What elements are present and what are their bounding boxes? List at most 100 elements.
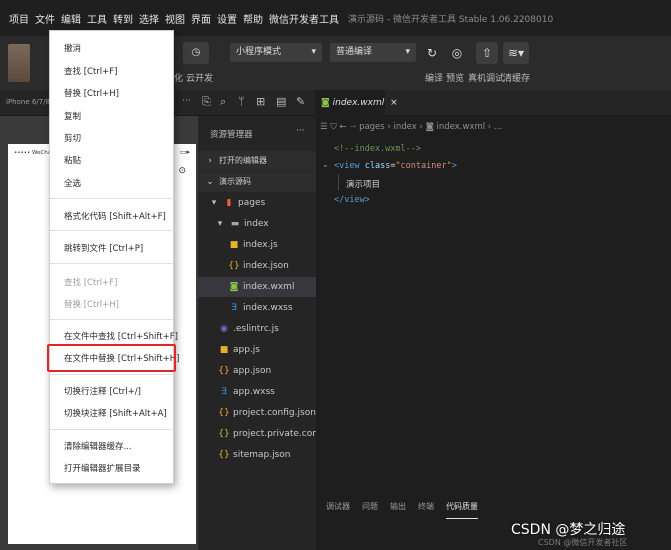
- list-icon[interactable]: ☰: [320, 122, 328, 132]
- row-label: app.wxss: [233, 387, 275, 397]
- breadcrumb-path[interactable]: pages › index › ◙ index.wxml › ...: [359, 122, 502, 132]
- tab-problems[interactable]: 问题: [362, 501, 378, 512]
- tab-code-quality[interactable]: 代码质量: [446, 501, 478, 519]
- bottom-panel-tabs: 调试器 问题 输出 终端 代码质量: [326, 501, 478, 519]
- row-label: index.wxss: [243, 303, 293, 313]
- menu-view[interactable]: 视图: [162, 11, 188, 26]
- avatar[interactable]: [8, 44, 30, 82]
- tree-folder-index[interactable]: ▾ ▬ index: [198, 214, 316, 234]
- row-label: app.json: [233, 366, 272, 376]
- menu-divider: [50, 319, 173, 320]
- row-label: project.config.json: [233, 408, 316, 418]
- json-file-icon: {}: [218, 429, 230, 439]
- menu-item-format-code[interactable]: 格式化代码 [Shift+Alt+F]: [64, 210, 166, 222]
- menu-settings[interactable]: 设置: [214, 11, 240, 26]
- tree-file-index-wxml[interactable]: ◙ index.wxml: [198, 277, 316, 297]
- tab-index-wxml[interactable]: ◙ index.wxml ×: [315, 90, 398, 116]
- js-file-icon: ■: [229, 240, 239, 250]
- highlight-box: [47, 344, 176, 372]
- explorer-section-project[interactable]: ⌄ 演示源码: [198, 172, 316, 192]
- menu-select[interactable]: 选择: [136, 11, 162, 26]
- clear-cache-label[interactable]: 清缓存: [503, 71, 530, 84]
- menu-item-undo[interactable]: 撤消: [64, 42, 81, 54]
- menu-goto[interactable]: 转到: [110, 11, 136, 26]
- menu-help[interactable]: 帮助: [240, 11, 266, 26]
- tab-debugger[interactable]: 调试器: [326, 501, 350, 512]
- tree-file-index-js[interactable]: ■ index.js: [198, 235, 316, 255]
- tab-output[interactable]: 输出: [390, 501, 406, 512]
- row-label: sitemap.json: [233, 450, 291, 460]
- menu-item-open-extensions-dir[interactable]: 打开编辑器扩展目录: [64, 462, 141, 474]
- menu-item-toggle-block-comment[interactable]: 切换块注释 [Shift+Alt+A]: [64, 407, 167, 419]
- layout-icon[interactable]: ▤: [276, 95, 286, 108]
- brush-icon[interactable]: ✎: [296, 95, 305, 108]
- folder-icon: ▬: [230, 219, 240, 229]
- wxml-file-icon: ◙: [321, 98, 330, 108]
- branch-icon[interactable]: ᛘ: [238, 95, 245, 108]
- tree-file-app-json[interactable]: {} app.json: [198, 361, 316, 381]
- tree-file-app-js[interactable]: ■ app.js: [198, 340, 316, 360]
- capsule-button-icon[interactable]: ⊙: [178, 166, 186, 176]
- code-editor[interactable]: ☰ ⛉ ← → pages › index › ◙ index.wxml › .…: [316, 116, 671, 550]
- cloud-icon[interactable]: ◷: [183, 42, 209, 64]
- close-icon[interactable]: ×: [390, 98, 398, 108]
- menu-divider: [50, 263, 173, 264]
- menu-item-cut[interactable]: 剪切: [64, 132, 81, 144]
- menu-wechat-devtools[interactable]: 微信开发者工具: [266, 11, 342, 26]
- copy-icon[interactable]: ⎘: [202, 95, 211, 109]
- menu-project[interactable]: 项目: [6, 11, 32, 26]
- tree-file-eslintrc[interactable]: ◉ .eslintrc.js: [198, 319, 316, 339]
- extensions-icon[interactable]: ⊞: [256, 95, 265, 108]
- compile-label[interactable]: 编译: [425, 71, 443, 84]
- tree-file-app-wxss[interactable]: ∃ app.wxss: [198, 382, 316, 402]
- more-icon[interactable]: ···: [182, 96, 191, 106]
- file-explorer: 资源管理器 ··· › 打开的编辑器 ⌄ 演示源码 ▾ ▮ pages ▾ ▬ index …: [198, 116, 348, 550]
- tree-file-sitemap[interactable]: {} sitemap.json: [198, 445, 316, 465]
- refresh-icon[interactable]: ↻: [421, 42, 443, 64]
- tab-terminal[interactable]: 终端: [418, 501, 434, 512]
- menu-item-find[interactable]: 查找 [Ctrl+F]: [64, 65, 117, 77]
- menu-item-paste[interactable]: 粘贴: [64, 154, 81, 166]
- remote-debug-icon[interactable]: ⇧: [476, 42, 498, 64]
- explorer-section-open-editors[interactable]: › 打开的编辑器: [198, 151, 316, 171]
- code-line-4: </view>: [334, 195, 370, 205]
- menu-item-replace-disabled: 替换 [Ctrl+H]: [64, 300, 119, 310]
- wxss-file-icon: ∃: [231, 303, 237, 313]
- menu-item-select-all[interactable]: 全选: [64, 177, 81, 189]
- menu-interface[interactable]: 界面: [188, 11, 214, 26]
- mode-select[interactable]: 小程序模式 ▾: [230, 43, 322, 62]
- search-icon[interactable]: ⌕: [220, 95, 226, 109]
- code-open-tag: <view: [334, 161, 360, 171]
- preview-icon[interactable]: ◎: [446, 42, 468, 64]
- menu-item-goto-file[interactable]: 跳转到文件 [Ctrl+P]: [64, 242, 143, 254]
- compile-select[interactable]: 普通编译 ▾: [330, 43, 416, 62]
- remote-debug-label[interactable]: 真机调试: [468, 71, 504, 84]
- menu-item-replace[interactable]: 替换 [Ctrl+H]: [64, 87, 119, 99]
- fold-chevron-icon[interactable]: ⌄: [322, 160, 329, 169]
- breadcrumb: ☰ ⛉ ← → pages › index › ◙ index.wxml › .…: [320, 122, 502, 132]
- folder-icon: ▮: [226, 198, 232, 208]
- tree-file-index-json[interactable]: {} index.json: [198, 256, 316, 276]
- menu-item-copy[interactable]: 复制: [64, 110, 81, 122]
- device-select[interactable]: iPhone 6/7/8: [6, 98, 50, 106]
- tree-file-project-config[interactable]: {} project.config.json: [198, 403, 316, 423]
- edit-dropdown-menu: 撤消 查找 [Ctrl+F] 替换 [Ctrl+H] 复制 剪切 粘贴 全选 格…: [49, 30, 179, 484]
- menu-item-find-disabled: 查找 [Ctrl+F]: [64, 278, 118, 288]
- menu-item-clear-editor-cache[interactable]: 清除编辑器缓存...: [64, 440, 132, 452]
- forward-arrow-icon[interactable]: →: [349, 122, 359, 132]
- more-icon[interactable]: ···: [296, 126, 305, 136]
- menu-item-find-in-files[interactable]: 在文件中查找 [Ctrl+Shift+F]: [64, 330, 178, 342]
- menu-edit[interactable]: 编辑: [58, 11, 84, 26]
- clear-cache-icon[interactable]: ≋▾: [503, 42, 529, 64]
- menu-file[interactable]: 文件: [32, 11, 58, 26]
- tree-file-index-wxss[interactable]: ∃ index.wxss: [198, 298, 316, 318]
- back-arrow-icon[interactable]: ←: [339, 122, 346, 132]
- menu-tools[interactable]: 工具: [84, 11, 110, 26]
- preview-label[interactable]: 预览: [446, 71, 464, 84]
- cloud-dev-label[interactable]: 云开发: [186, 71, 213, 84]
- json-file-icon: {}: [218, 450, 230, 460]
- tree-file-project-private-config[interactable]: {} project.private.config.js...: [198, 424, 348, 444]
- row-label: app.js: [233, 345, 260, 355]
- tree-folder-pages[interactable]: ▾ ▮ pages: [198, 193, 316, 213]
- menu-item-toggle-line-comment[interactable]: 切换行注释 [Ctrl+/]: [64, 385, 141, 397]
